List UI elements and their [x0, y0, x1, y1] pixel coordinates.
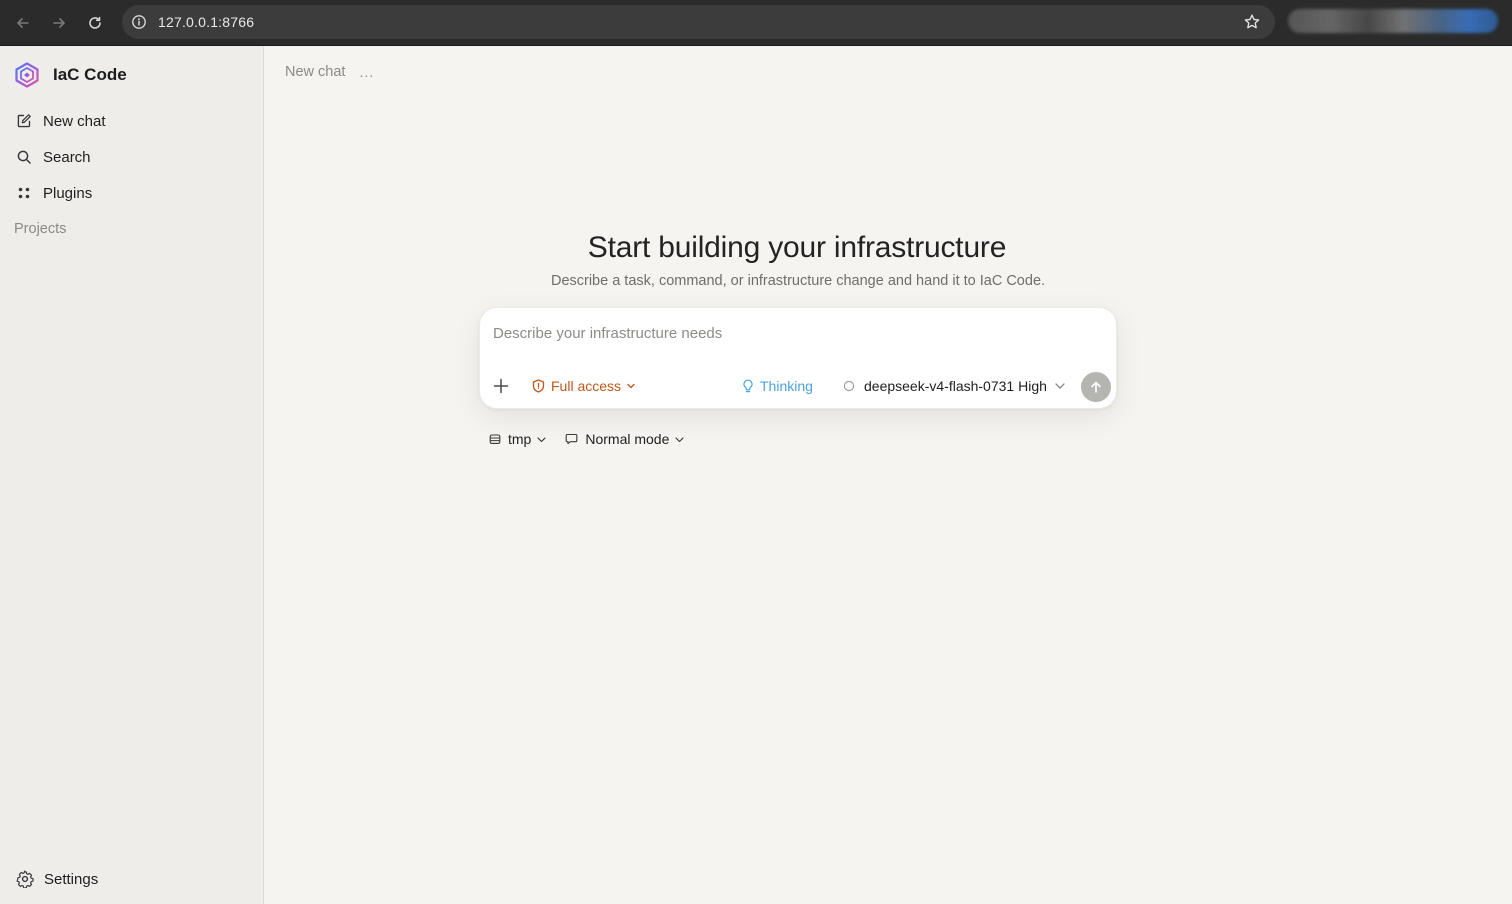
bookmark-star-icon[interactable]: [1243, 13, 1261, 31]
profile-extensions-area[interactable]: [1288, 9, 1498, 33]
thinking-toggle[interactable]: Thinking: [742, 376, 813, 396]
chevron-down-icon: [627, 383, 635, 389]
chevron-down-icon: [537, 436, 546, 442]
thinking-label: Thinking: [760, 378, 813, 394]
lightbulb-icon: [743, 379, 753, 392]
sidebar-item-label: Search: [43, 148, 91, 166]
chat-bubble-icon: [565, 433, 578, 445]
chat-title[interactable]: New chat: [285, 64, 345, 80]
shield-icon: [532, 379, 545, 393]
sidebar-item-plugins[interactable]: Plugins: [14, 178, 250, 208]
mode-label: Normal mode: [585, 431, 670, 447]
reload-icon[interactable]: [83, 11, 107, 35]
back-icon[interactable]: [11, 11, 35, 35]
model-label: deepseek-v4-flash-0731 High: [864, 378, 1047, 394]
plus-icon: [493, 378, 509, 394]
composer-sub-controls: tmp Normal mode: [489, 430, 685, 448]
chevron-down-icon: [675, 436, 684, 442]
arrow-up-icon: [1091, 381, 1101, 393]
workspace-dropdown[interactable]: tmp: [489, 431, 547, 447]
sidebar-item-label: Plugins: [43, 184, 93, 202]
page-title: Start building your infrastructure: [587, 231, 1007, 264]
folder-icon: [489, 434, 501, 444]
workspace-label: tmp: [508, 431, 532, 447]
sidebar-item-new-chat[interactable]: New chat: [14, 106, 250, 136]
send-button[interactable]: [1081, 372, 1111, 402]
prompt-input[interactable]: [493, 322, 1093, 344]
app-logo-icon: [15, 62, 39, 88]
chevron-down-icon[interactable]: [1054, 380, 1066, 392]
browser-toolbar: 127.0.0.1:8766: [0, 0, 1512, 46]
forward-icon[interactable]: [47, 11, 71, 35]
app-name: IaC Code: [53, 65, 127, 84]
search-icon: [15, 148, 33, 166]
sidebar: IaC Code New chat Search Plugins Project…: [0, 46, 264, 904]
address-bar[interactable]: 127.0.0.1:8766: [122, 5, 1275, 39]
plugins-icon: [15, 184, 33, 202]
model-selector[interactable]: deepseek-v4-flash-0731 High: [843, 376, 1047, 396]
chat-header: New chat ...: [285, 64, 374, 80]
gear-icon: [16, 870, 34, 888]
settings-button[interactable]: Settings: [16, 864, 98, 894]
composer: Full access Thinking deepseek-v4-flash-0…: [479, 307, 1117, 409]
access-level-label: Full access: [551, 378, 622, 394]
compose-icon: [15, 112, 33, 130]
projects-section-label[interactable]: Projects: [14, 221, 66, 237]
sidebar-item-search[interactable]: Search: [14, 142, 250, 172]
more-options-button[interactable]: ...: [359, 64, 374, 80]
access-level-dropdown[interactable]: Full access: [532, 376, 636, 396]
sidebar-item-label: New chat: [43, 112, 106, 130]
url-text: 127.0.0.1:8766: [158, 14, 255, 30]
settings-label: Settings: [44, 870, 99, 888]
attach-button[interactable]: [491, 376, 511, 396]
site-info-icon[interactable]: [131, 14, 147, 30]
mode-dropdown[interactable]: Normal mode: [565, 431, 685, 447]
page-subtitle: Describe a task, command, or infrastruct…: [550, 273, 1046, 289]
model-status-icon: [843, 380, 855, 392]
brand[interactable]: IaC Code: [13, 60, 127, 90]
